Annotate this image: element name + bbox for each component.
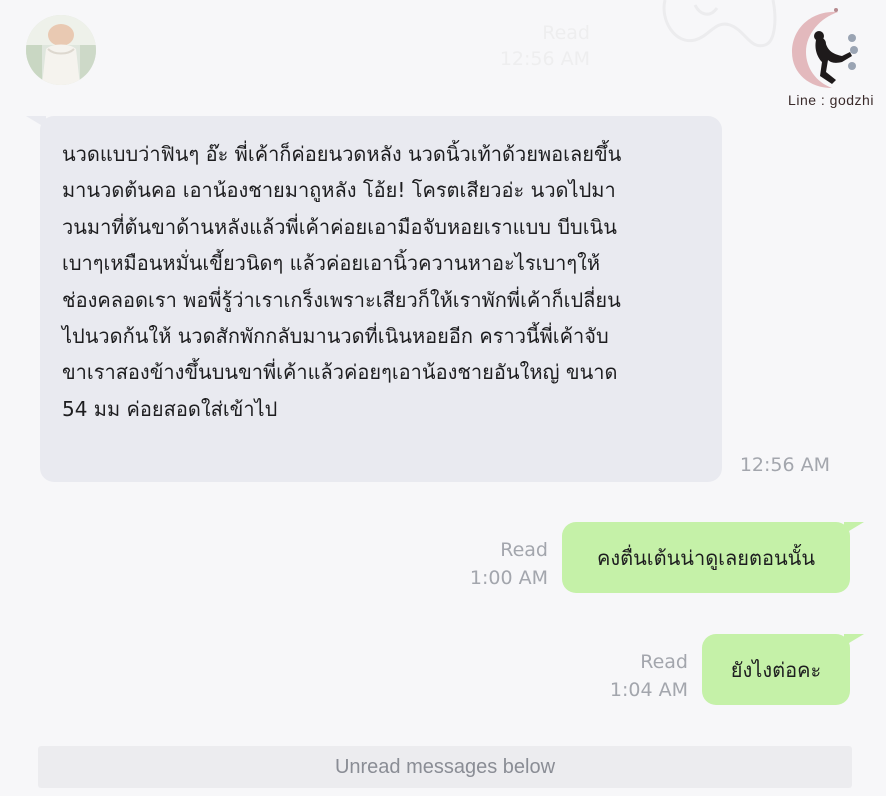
avatar-photo-image <box>26 15 96 85</box>
outgoing-bubble-tail <box>844 634 864 646</box>
message-line: 54 มม ค่อยสอดใส่เข้าไป <box>62 396 278 421</box>
outgoing-message-meta: Read 1:00 AM <box>440 536 548 592</box>
incoming-message-time: 12:56 AM <box>739 454 830 476</box>
message-time-label: 1:04 AM <box>609 679 688 701</box>
outgoing-message-meta: Read 1:04 AM <box>580 648 688 704</box>
incoming-message-bubble[interactable]: นวดแบบว่าฟินๆ อ๊ะ พี่เค้าก็ค่อยนวดหลัง น… <box>40 116 722 482</box>
outgoing-message-bubble[interactable]: คงตื่นเต้นน่าดูเลยตอนนั้น <box>562 522 850 593</box>
message-text: ยังไงต่อคะ <box>730 657 822 682</box>
unread-banner-label: Unread messages below <box>334 755 556 778</box>
sender-avatar[interactable] <box>26 15 96 85</box>
read-status-label: Read <box>500 539 548 561</box>
message-line: มานวดต้นคอ เอาน้องชายมาถูหลัง โอ้ย! โครต… <box>62 178 616 203</box>
watermark-logo: Line : godzhi <box>776 6 886 114</box>
watermark-label: Line : godzhi <box>788 92 874 108</box>
message-line: ขาเราสองข้างขึ้นบนขาพี่เค้าแล้วค่อยๆเอาน… <box>62 360 618 385</box>
sticker-edge-image <box>662 0 777 48</box>
message-line: ช่องคลอดเรา พอพี่รู้ว่าเราเกร็งเพราะเสีย… <box>62 287 621 312</box>
outgoing-message-bubble[interactable]: ยังไงต่อคะ <box>702 634 850 705</box>
message-line: ไปนวดก้นให้ นวดสักพักกลับมานวดที่เนินหอย… <box>62 324 609 349</box>
message-line: เบาๆเหมือนหมั่นเขี้ยวนิดๆ แล้วค่อยเอานิ้… <box>62 251 601 276</box>
previous-message-status: Read 12:56 AM <box>490 20 590 72</box>
previous-time-label: 12:56 AM <box>499 48 590 70</box>
previous-read-label: Read <box>542 22 590 44</box>
watermark-silhouette-image <box>792 8 858 88</box>
outgoing-bubble-tail <box>844 522 864 534</box>
chat-area[interactable]: Read 12:56 AM Line : godzhi นวดแบบว่าฟิน… <box>0 0 886 796</box>
message-time-label: 1:00 AM <box>469 567 548 589</box>
unread-messages-banner[interactable]: Unread messages below <box>38 746 852 788</box>
message-text: คงตื่นเต้นน่าดูเลยตอนนั้น <box>596 545 816 570</box>
message-line: นวดแบบว่าฟินๆ อ๊ะ พี่เค้าก็ค่อยนวดหลัง น… <box>62 142 622 166</box>
read-status-label: Read <box>640 651 688 673</box>
message-line: วนมาที่ต้นขาด้านหลังแล้วพี่เค้าค่อยเอามื… <box>62 214 617 239</box>
